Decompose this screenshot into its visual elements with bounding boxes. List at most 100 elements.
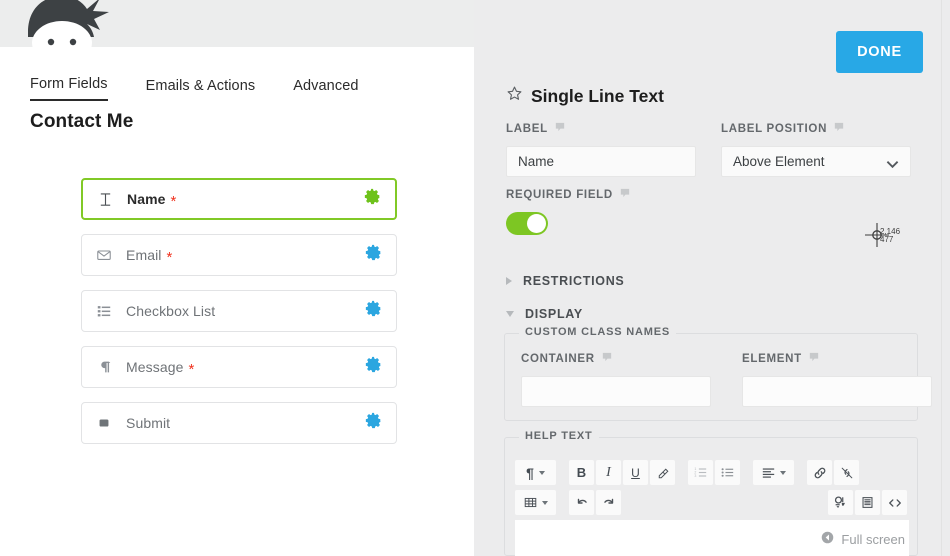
caret-icon (542, 501, 548, 505)
crosshair-cursor-icon: 2,146 477 (864, 222, 934, 254)
button-icon (82, 415, 126, 431)
container-caption-row: CONTAINER (521, 352, 711, 365)
special-character-button[interactable] (828, 490, 853, 515)
undo-button[interactable] (569, 490, 594, 515)
label-position-select[interactable]: Above Element (721, 146, 911, 177)
form-field-row-name[interactable]: Name * (81, 178, 397, 220)
italic-button[interactable]: I (596, 460, 621, 485)
clear-formatting-button[interactable] (650, 460, 675, 485)
label-position-select-wrap: Above Element (721, 146, 911, 177)
required-marker: * (171, 194, 177, 209)
required-field-caption: REQUIRED FIELD (506, 189, 613, 201)
toolbar-row-2 (515, 488, 909, 517)
form-field-row-email[interactable]: Email * (81, 234, 397, 276)
form-field-label: Message (126, 359, 184, 375)
field-settings-panel: DONE Single Line Text LABEL LABEL POSITI (474, 0, 950, 556)
element-caption: ELEMENT (742, 353, 802, 365)
required-marker: * (189, 362, 195, 377)
field-settings-gear-icon[interactable] (365, 412, 382, 434)
underline-button[interactable]: U (623, 460, 648, 485)
required-field-caption-row: REQUIRED FIELD (506, 188, 630, 201)
settings-title-row: Single Line Text (506, 85, 664, 107)
label-position-value: Above Element (733, 154, 825, 169)
paragraph-format-dropdown[interactable]: ¶ (515, 460, 556, 485)
help-tooltip-icon[interactable] (555, 122, 565, 135)
tab-form-fields[interactable]: Form Fields (30, 76, 108, 101)
section-display-label: DISPLAY (525, 307, 583, 321)
help-tooltip-icon[interactable] (834, 122, 844, 135)
unordered-list-button[interactable] (715, 460, 740, 485)
container-class-setting: CONTAINER (521, 352, 711, 407)
help-tooltip-icon[interactable] (602, 352, 612, 365)
redo-button[interactable] (596, 490, 621, 515)
form-field-list: Name * Email * (81, 178, 397, 458)
required-field-toggle[interactable] (506, 212, 548, 235)
help-text-editor-toolbar: ¶ B I U 123 (515, 458, 909, 518)
required-marker: * (167, 250, 173, 265)
container-class-input[interactable] (521, 376, 711, 407)
envelope-icon (82, 247, 126, 263)
element-class-input[interactable] (742, 376, 932, 407)
section-restrictions[interactable]: RESTRICTIONS (506, 274, 624, 288)
page-break-button[interactable] (855, 490, 880, 515)
help-tooltip-icon[interactable] (620, 188, 630, 201)
fullscreen-label: Full screen (841, 532, 905, 547)
required-field-setting: REQUIRED FIELD (506, 188, 630, 235)
custom-class-columns: CONTAINER ELEMENT (521, 352, 932, 407)
chevron-right-icon (506, 277, 512, 285)
container-caption: CONTAINER (521, 353, 595, 365)
field-settings-gear-icon[interactable] (365, 300, 382, 322)
star-outline-icon[interactable] (506, 85, 523, 107)
fullscreen-toggle[interactable]: Full screen (821, 531, 905, 547)
label-input[interactable] (506, 146, 696, 177)
label-position-caption-row: LABEL POSITION (721, 122, 921, 135)
element-caption-row: ELEMENT (742, 352, 932, 365)
label-position-setting: LABEL POSITION Above Element (721, 122, 921, 177)
field-settings-gear-icon[interactable] (365, 244, 382, 266)
page-title: Contact Me (30, 111, 133, 133)
list-icon (82, 303, 126, 319)
label-caption-row: LABEL (506, 122, 706, 135)
section-display[interactable]: DISPLAY (506, 307, 583, 321)
caret-icon (780, 471, 786, 475)
panel-scrollbar[interactable] (941, 0, 950, 556)
form-field-row-message[interactable]: Message * (81, 346, 397, 388)
label-position-caption: LABEL POSITION (721, 123, 827, 135)
form-field-label: Checkbox List (126, 303, 215, 319)
form-field-label: Submit (126, 415, 170, 431)
unlink-button[interactable] (834, 460, 859, 485)
element-class-setting: ELEMENT (742, 352, 932, 407)
form-field-row-submit[interactable]: Submit (81, 402, 397, 444)
insert-link-button[interactable] (807, 460, 832, 485)
bold-button[interactable]: B (569, 460, 594, 485)
form-fields-panel: Form Fields Emails & Actions Advanced Co… (0, 47, 474, 556)
section-restrictions-label: RESTRICTIONS (523, 274, 624, 288)
ordered-list-button[interactable]: 123 (688, 460, 713, 485)
code-view-button[interactable] (882, 490, 907, 515)
paragraph-icon (82, 359, 126, 375)
form-field-label: Name (127, 191, 166, 207)
caret-icon (539, 471, 545, 475)
field-settings-gear-icon[interactable] (365, 356, 382, 378)
custom-class-names-legend: CUSTOM CLASS NAMES (519, 326, 676, 338)
custom-class-names-group: CUSTOM CLASS NAMES CONTAINER ELEMENT (504, 333, 918, 421)
settings-field-type-title: Single Line Text (531, 86, 664, 107)
chevron-down-icon (506, 311, 514, 317)
form-field-row-checkbox-list[interactable]: Checkbox List (81, 290, 397, 332)
align-dropdown[interactable] (753, 460, 794, 485)
fullscreen-circle-icon (821, 531, 834, 547)
help-text-group: HELP TEXT ¶ B I U 123 (504, 437, 918, 556)
tab-emails-actions[interactable]: Emails & Actions (146, 78, 256, 101)
form-field-label: Email (126, 247, 162, 263)
ninja-forms-logo (14, 0, 114, 50)
tab-advanced[interactable]: Advanced (293, 78, 358, 101)
svg-text:3: 3 (694, 474, 696, 478)
table-dropdown[interactable] (515, 490, 556, 515)
toolbar-row-1: ¶ B I U 123 (515, 458, 909, 487)
text-cursor-icon (83, 192, 127, 207)
field-settings-gear-icon[interactable] (364, 188, 381, 210)
toggle-knob (527, 214, 546, 233)
done-button[interactable]: DONE (836, 31, 923, 73)
cursor-coordinates: 2,146 477 (880, 228, 900, 244)
help-tooltip-icon[interactable] (809, 352, 819, 365)
